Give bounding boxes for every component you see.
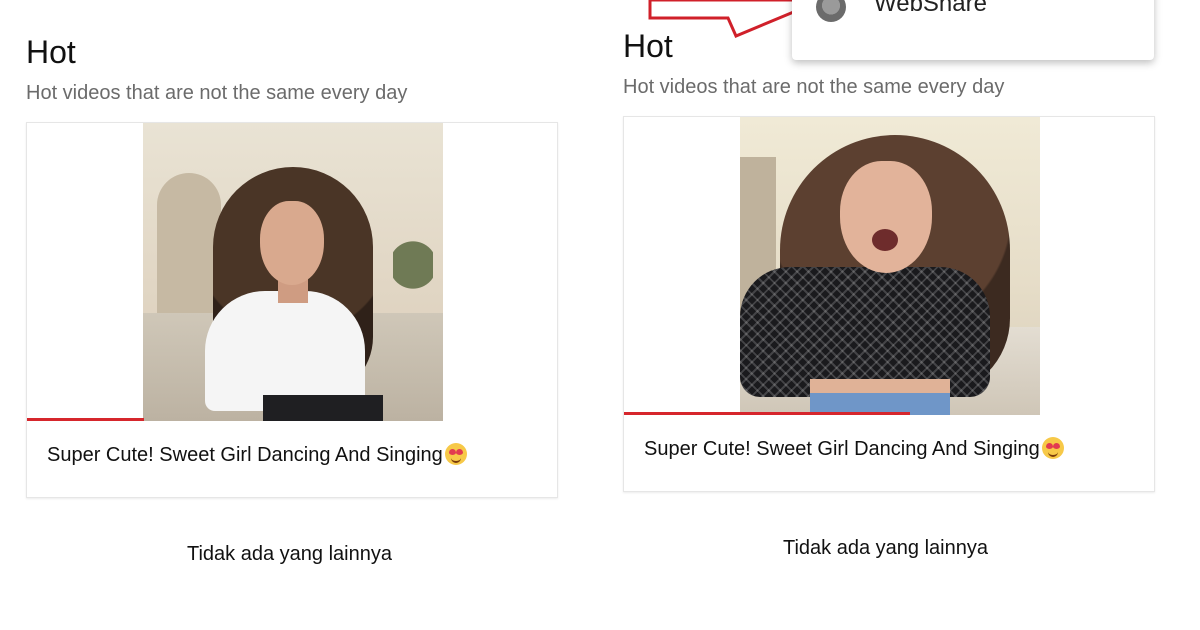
video-card[interactable]: Super Cute! Sweet Girl Dancing And Singi… xyxy=(623,116,1155,492)
no-more-items-text: Tidak ada yang lainnya xyxy=(783,537,988,559)
red-arrow-callout-icon xyxy=(648,0,810,38)
section-title: Hot xyxy=(26,34,76,70)
video-player[interactable] xyxy=(624,117,1154,415)
video-thumbnail[interactable] xyxy=(740,117,1040,415)
video-progress-bar[interactable] xyxy=(624,412,1154,415)
video-caption-text: Super Cute! Sweet Girl Dancing And Singi… xyxy=(47,444,443,466)
heart-eyes-emoji-icon xyxy=(1041,437,1064,459)
no-more-items-text: Tidak ada yang lainnya xyxy=(187,543,392,565)
heart-eyes-emoji-icon xyxy=(444,443,467,465)
video-progress-fill xyxy=(27,418,144,421)
section-subtitle: Hot videos that are not the same every d… xyxy=(26,82,408,104)
hot-panel-right: Hot Hot videos that are not the same eve… xyxy=(597,0,1200,630)
video-progress-bar[interactable] xyxy=(27,418,557,421)
video-caption[interactable]: Super Cute! Sweet Girl Dancing And Singi… xyxy=(47,443,467,467)
video-player[interactable] xyxy=(27,123,557,421)
video-thumbnail[interactable] xyxy=(143,123,443,421)
hot-panel-left: Hot Hot videos that are not the same eve… xyxy=(0,0,590,630)
section-subtitle: Hot videos that are not the same every d… xyxy=(623,76,1005,98)
globe-icon xyxy=(816,0,846,22)
video-caption[interactable]: Super Cute! Sweet Girl Dancing And Singi… xyxy=(644,437,1064,461)
webshare-menu-item[interactable]: WebShare xyxy=(874,0,987,18)
video-progress-fill xyxy=(624,412,911,415)
video-card[interactable]: Super Cute! Sweet Girl Dancing And Singi… xyxy=(26,122,558,498)
share-menu-popup: WebShare xyxy=(792,0,1154,60)
video-caption-text: Super Cute! Sweet Girl Dancing And Singi… xyxy=(644,438,1040,460)
